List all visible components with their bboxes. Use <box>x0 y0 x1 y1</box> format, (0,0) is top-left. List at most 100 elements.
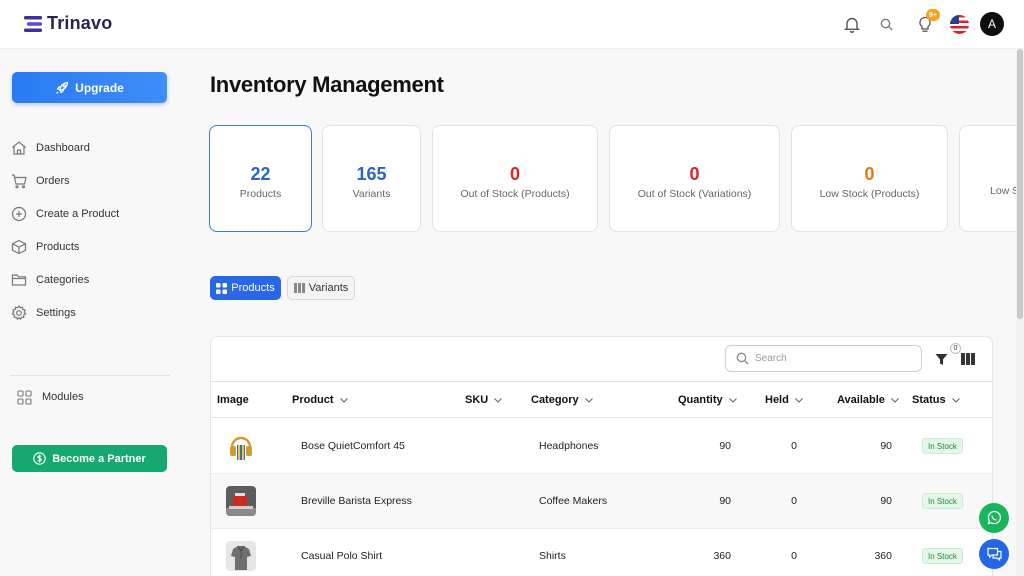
stat-label: Low Stock (Products) <box>819 187 920 200</box>
cart-icon <box>10 173 27 190</box>
stat-value: 0 <box>509 163 520 184</box>
scrollbar-thumb[interactable] <box>1017 49 1023 319</box>
column-header-product[interactable]: Product <box>292 394 348 406</box>
column-header-image: Image <box>217 394 249 406</box>
tab-label: Variants <box>308 282 349 294</box>
logo-text: Trinavo <box>47 13 113 33</box>
sidebar-item-products[interactable]: Products <box>10 237 79 257</box>
stat-label: Variants <box>352 187 391 200</box>
sidebar-item-modules[interactable]: Modules <box>16 387 84 407</box>
search-icon <box>736 352 749 365</box>
chevron-down-icon <box>794 397 803 403</box>
stat-label: Out of Stock (Products) <box>460 187 570 200</box>
table-row[interactable]: Casual Polo Shirt Shirts 360 0 360 In St… <box>211 529 992 576</box>
page-scrollbar[interactable] <box>1016 49 1024 576</box>
status-badge: In Stock <box>922 438 963 454</box>
whatsapp-button[interactable] <box>979 503 1009 533</box>
sidebar-item-label: Dashboard <box>36 142 90 154</box>
grid-icon <box>216 282 228 294</box>
sidebar-item-label: Settings <box>36 307 76 319</box>
partner-label: Become a Partner <box>52 452 146 465</box>
table-row[interactable]: Breville Barista Express Coffee Makers 9… <box>211 474 992 529</box>
chevron-down-icon <box>339 397 348 403</box>
status-badge: In Stock <box>922 493 963 509</box>
filter-icon <box>935 353 947 365</box>
available-cell: 90 <box>880 495 892 507</box>
logo[interactable]: Trinavo <box>24 13 112 34</box>
product-name[interactable]: Bose QuietComfort 45 <box>301 440 405 452</box>
column-header-category[interactable]: Category <box>531 394 593 406</box>
sidebar-item-orders[interactable]: Orders <box>10 171 70 191</box>
search-input[interactable] <box>755 353 905 364</box>
quantity-cell: 360 <box>713 550 731 562</box>
filter-button[interactable] <box>933 351 949 367</box>
held-cell: 0 <box>791 550 797 562</box>
sidebar-item-label: Orders <box>36 175 70 187</box>
chevron-down-icon <box>728 397 737 403</box>
stat-label: Low S <box>990 185 1016 197</box>
sidebar-item-categories[interactable]: Categories <box>10 270 89 290</box>
columns-icon <box>293 283 305 293</box>
column-header-held[interactable]: Held <box>765 394 803 406</box>
column-header-status[interactable]: Status <box>912 394 960 406</box>
chat-icon <box>986 547 1002 561</box>
stat-card-out-of-stock-variations[interactable]: 0 Out of Stock (Variations) <box>609 125 780 232</box>
product-image <box>226 431 256 461</box>
status-badge: In Stock <box>922 548 963 564</box>
gear-icon <box>10 305 27 322</box>
stat-value: 0 <box>864 163 875 184</box>
sidebar-item-create-product[interactable]: Create a Product <box>10 204 119 224</box>
held-cell: 0 <box>791 440 797 452</box>
stat-label: Products <box>239 187 282 200</box>
product-image <box>226 486 256 516</box>
category-cell: Shirts <box>539 550 566 562</box>
plus-circle-icon <box>10 206 27 223</box>
tab-label: Products <box>231 282 275 294</box>
available-cell: 90 <box>880 440 892 452</box>
upgrade-button[interactable]: Upgrade <box>12 72 167 103</box>
stat-card-low-stock-products[interactable]: 0 Low Stock (Products) <box>791 125 948 232</box>
sidebar: Upgrade Dashboard Orders Create a Produc… <box>0 49 180 576</box>
tab-variants[interactable]: Variants <box>287 276 355 300</box>
category-cell: Headphones <box>539 440 599 452</box>
stat-value: 22 <box>250 163 271 184</box>
search-box[interactable] <box>725 345 922 372</box>
us-flag-icon[interactable] <box>950 15 969 34</box>
quantity-cell: 90 <box>719 495 731 507</box>
stat-label: Out of Stock (Variations) <box>637 187 752 200</box>
tab-products[interactable]: Products <box>210 276 281 300</box>
column-header-sku[interactable]: SKU <box>465 394 503 406</box>
sidebar-item-label: Products <box>36 241 80 253</box>
products-table-card: 0 Image Product SKU Category Quantity He… <box>210 336 993 576</box>
columns-toggle-button[interactable] <box>960 351 976 367</box>
bell-icon[interactable] <box>842 14 862 34</box>
become-partner-button[interactable]: Become a Partner <box>12 445 167 472</box>
sidebar-divider <box>10 375 170 376</box>
product-image <box>226 541 256 571</box>
notification-badge: 9+ <box>926 9 940 21</box>
stat-value: 0 <box>689 163 700 184</box>
stat-card-products[interactable]: 22 Products <box>209 125 312 232</box>
chevron-down-icon <box>584 397 593 403</box>
held-cell: 0 <box>791 495 797 507</box>
grid-icon <box>16 389 33 406</box>
available-cell: 360 <box>874 550 892 562</box>
product-name[interactable]: Casual Polo Shirt <box>301 550 382 562</box>
stat-card-low-stock-variations[interactable]: Low S <box>959 125 1016 232</box>
sidebar-item-settings[interactable]: Settings <box>10 303 76 323</box>
folder-icon <box>10 272 27 289</box>
avatar[interactable]: A <box>980 12 1004 36</box>
sidebar-item-dashboard[interactable]: Dashboard <box>10 138 90 158</box>
product-name[interactable]: Breville Barista Express <box>301 495 412 507</box>
stat-value: 165 <box>356 163 387 184</box>
stat-card-out-of-stock-products[interactable]: 0 Out of Stock (Products) <box>432 125 598 232</box>
table-row[interactable]: Bose QuietComfort 45 Headphones 90 0 90 … <box>211 419 992 474</box>
search-icon[interactable] <box>876 14 896 34</box>
stat-card-variants[interactable]: 165 Variants <box>322 125 421 232</box>
page-title: Inventory Management <box>210 72 444 97</box>
upgrade-label: Upgrade <box>75 80 124 95</box>
column-header-quantity[interactable]: Quantity <box>678 394 737 406</box>
chevron-down-icon <box>891 397 899 403</box>
chat-button[interactable] <box>979 539 1009 569</box>
column-header-available[interactable]: Available <box>837 394 899 406</box>
